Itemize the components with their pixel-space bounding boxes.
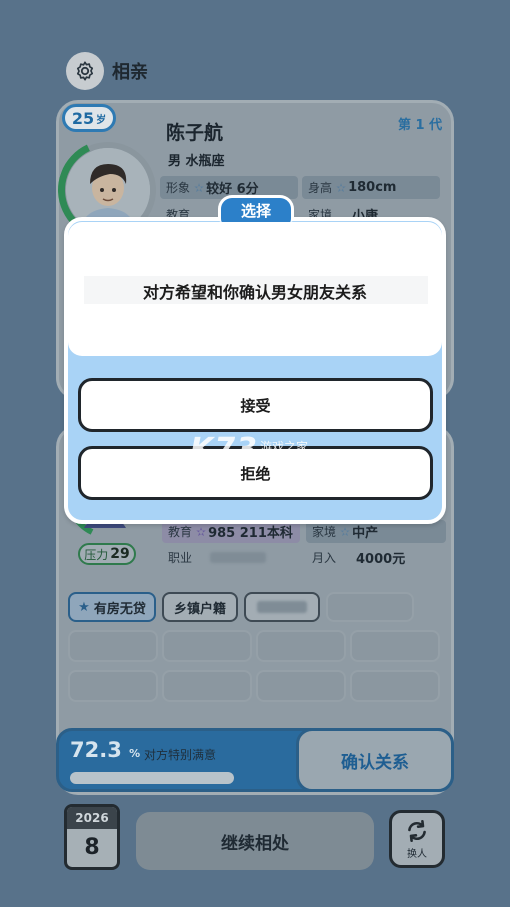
- pressure-label: 压力: [84, 547, 109, 562]
- tag-label: 乡镇户籍: [173, 601, 226, 617]
- slot-empty: [350, 630, 440, 662]
- calendar: 2026 8: [64, 804, 120, 870]
- satisfaction-text: 对方特别满意: [144, 748, 217, 762]
- tag-house[interactable]: ★ 有房无贷: [68, 592, 156, 622]
- slot-empty: [68, 670, 158, 702]
- satisfaction-percent: 72.3 %: [70, 738, 140, 762]
- attr-key: 职业: [168, 551, 193, 565]
- confirm-relationship-button[interactable]: 确认关系: [296, 728, 454, 792]
- gender-sign: 男 水瓶座: [168, 154, 225, 169]
- slot-empty: [256, 670, 346, 702]
- star-icon: ✫: [340, 524, 351, 539]
- dialog-message: 对方希望和你确认男女朋友关系: [142, 283, 367, 302]
- satisfaction-unit: %: [129, 747, 141, 760]
- attr-value: 中产: [352, 526, 379, 541]
- partner-name: 陈子航: [166, 122, 224, 144]
- pressure-badge: 压力 29: [78, 543, 136, 565]
- star-icon: ★: [78, 599, 90, 615]
- swap-person-button[interactable]: 换人: [389, 810, 445, 868]
- attr-value: 180cm: [348, 180, 397, 195]
- generation-label: 第 1 代: [398, 118, 443, 133]
- satisfaction-progress: [70, 772, 234, 784]
- gear-icon: [76, 61, 94, 81]
- star-icon: ✫: [194, 180, 205, 195]
- attr-height: 身高 ✫ 180cm: [302, 176, 440, 199]
- slot-empty: [68, 630, 158, 662]
- age-unit: 岁: [96, 114, 107, 126]
- continue-button[interactable]: 继续相处: [136, 812, 374, 870]
- satisfaction-value: 72.3: [70, 738, 122, 762]
- calendar-month: 8: [84, 835, 100, 860]
- reject-button[interactable]: 拒绝: [78, 446, 433, 500]
- attr-value: 985 211本科: [208, 526, 293, 541]
- attr-key: 教育: [168, 525, 193, 539]
- attr-value: 4000元: [356, 552, 406, 567]
- attr-key: 家境: [312, 525, 337, 539]
- star-icon: ✫: [336, 180, 347, 195]
- page-title: 相亲: [112, 62, 148, 83]
- tag-redacted[interactable]: [244, 592, 320, 622]
- accept-button[interactable]: 接受: [78, 378, 433, 432]
- age-badge: 25 岁: [62, 104, 116, 132]
- tag-empty-slot: [326, 592, 414, 622]
- attr-player-income: 月入 4000元: [306, 546, 446, 569]
- swap-label: 换人: [407, 849, 427, 860]
- attr-key: 身高: [308, 181, 333, 195]
- star-icon: ✫: [196, 524, 207, 539]
- slot-empty: [162, 670, 252, 702]
- slot-empty: [256, 630, 346, 662]
- settings-button[interactable]: [66, 52, 104, 90]
- tag-label: 有房无贷: [93, 601, 146, 617]
- attr-player-job: 职业: [162, 546, 300, 569]
- job-redacted: [210, 552, 266, 563]
- slot-empty: [162, 630, 252, 662]
- dialog-title: 选择: [218, 195, 294, 222]
- pressure-value: 29: [110, 546, 130, 562]
- tag-hukou[interactable]: 乡镇户籍: [162, 592, 238, 622]
- slot-empty: [350, 670, 440, 702]
- attr-key: 月入: [312, 551, 337, 565]
- refresh-icon: [408, 819, 426, 843]
- tag-redacted-text: [257, 601, 307, 613]
- attr-key: 形象: [166, 181, 191, 195]
- calendar-year: 2026: [67, 807, 117, 829]
- age-value: 25: [71, 108, 95, 128]
